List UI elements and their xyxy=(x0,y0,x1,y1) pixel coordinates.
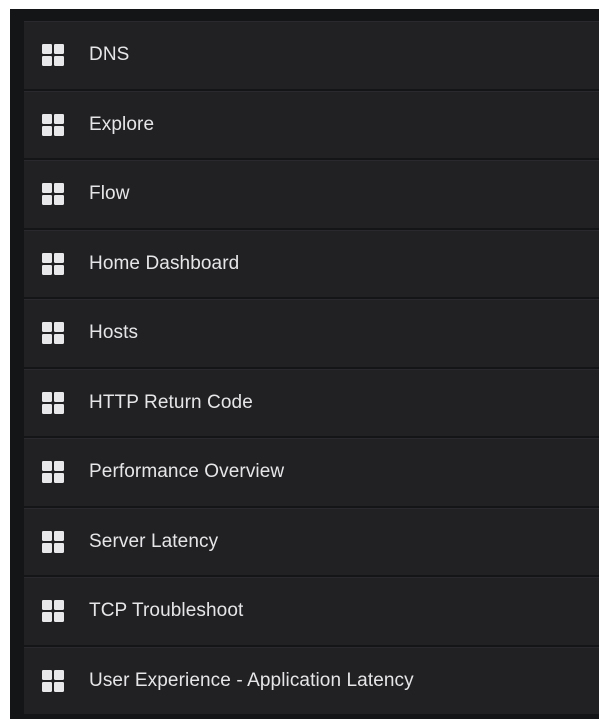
dashboard-item-label: Explore xyxy=(89,113,155,135)
dashboard-item-flow[interactable]: Flow xyxy=(24,160,599,228)
dashboard-item-home-dashboard[interactable]: Home Dashboard xyxy=(24,229,599,297)
dashboard-item-user-experience-application-latency[interactable]: User Experience - Application Latency xyxy=(24,646,599,714)
dashboard-item-server-latency[interactable]: Server Latency xyxy=(24,507,599,575)
dashboard-grid-icon xyxy=(42,44,64,67)
dashboard-grid-icon xyxy=(42,322,64,345)
dashboard-item-dns[interactable]: DNS xyxy=(24,21,599,89)
dashboard-item-hosts[interactable]: Hosts xyxy=(24,299,599,367)
dashboard-list-panel: DNS Explore Flow Home Dashboard Hosts HT… xyxy=(10,9,599,719)
dashboard-grid-icon xyxy=(42,113,64,136)
dashboard-item-http-return-code[interactable]: HTTP Return Code xyxy=(24,368,599,436)
dashboard-grid-icon xyxy=(42,530,64,553)
dashboard-item-label: User Experience - Application Latency xyxy=(89,669,414,691)
dashboard-grid-icon xyxy=(42,183,64,206)
dashboard-item-label: Server Latency xyxy=(89,530,219,552)
dashboard-grid-icon xyxy=(42,252,64,275)
dashboard-item-explore[interactable]: Explore xyxy=(24,90,599,158)
dashboard-item-label: Home Dashboard xyxy=(89,252,240,274)
dashboard-item-label: Hosts xyxy=(89,322,139,344)
dashboard-grid-icon xyxy=(42,669,64,692)
dashboard-item-label: HTTP Return Code xyxy=(89,391,253,413)
dashboard-grid-icon xyxy=(42,461,64,484)
dashboard-grid-icon xyxy=(42,391,64,414)
dashboard-item-label: TCP Troubleshoot xyxy=(89,600,244,622)
dashboard-item-label: Flow xyxy=(89,183,130,205)
dashboard-grid-icon xyxy=(42,600,64,623)
dashboard-item-tcp-troubleshoot[interactable]: TCP Troubleshoot xyxy=(24,577,599,645)
dashboard-list: DNS Explore Flow Home Dashboard Hosts HT… xyxy=(24,21,599,714)
dashboard-item-label: Performance Overview xyxy=(89,461,285,483)
dashboard-item-performance-overview[interactable]: Performance Overview xyxy=(24,438,599,506)
dashboard-item-label: DNS xyxy=(89,44,130,66)
